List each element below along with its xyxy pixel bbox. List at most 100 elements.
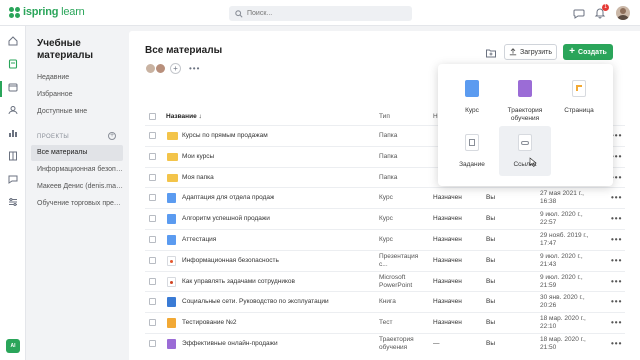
learning-track-icon: [518, 80, 532, 97]
row-checkbox[interactable]: [149, 236, 156, 243]
row-checkbox[interactable]: [149, 340, 156, 347]
course-icon: [167, 214, 176, 225]
calendar-icon[interactable]: [7, 81, 19, 93]
logo-icon: [9, 6, 20, 18]
row-checkbox[interactable]: [149, 194, 156, 202]
select-all-checkbox[interactable]: [149, 113, 156, 120]
row-name[interactable]: Адаптация для отдела продаж: [182, 194, 274, 202]
sidebar-item-all-materials[interactable]: Все материалы: [31, 145, 123, 161]
row-checkbox[interactable]: [149, 298, 156, 306]
row-more-icon[interactable]: •••: [611, 256, 622, 265]
search-input[interactable]: [247, 10, 397, 17]
table-row[interactable]: Тестирование №2 Тест Назначен Вы 18 мар. 202…: [145, 312, 625, 332]
mouse-cursor-icon: [529, 157, 537, 167]
row-checkbox[interactable]: [149, 152, 156, 160]
row-name[interactable]: Тестирование №2: [182, 319, 237, 327]
table-row[interactable]: Аттестация Курс Назначен Вы 29 нояб. 2019 г.…: [145, 229, 625, 249]
row-date: 27 мая 2021 г., 16:38: [540, 190, 584, 206]
row-name[interactable]: Моя папка: [182, 174, 214, 182]
row-assigned-by: Вы: [486, 256, 496, 264]
sidebar-link-recent[interactable]: Недавние: [37, 74, 69, 81]
row-more-icon[interactable]: •••: [611, 193, 622, 202]
row-checkbox[interactable]: [149, 319, 156, 327]
sidebar-link-shared[interactable]: Доступные мне: [37, 108, 87, 115]
upload-icon: [509, 48, 517, 56]
row-assigned-by: Вы: [486, 215, 496, 223]
row-name[interactable]: Аттестация: [182, 236, 216, 244]
table-row[interactable]: Эффективные онлайн-продажи Траектория обу…: [145, 333, 625, 353]
create-course-item[interactable]: Курс: [446, 72, 498, 122]
top-bar: ispring learn 1: [0, 0, 640, 26]
search-box[interactable]: [229, 6, 412, 21]
sidebar-item-project[interactable]: Обучение торговых пред...: [31, 196, 123, 212]
row-checkbox[interactable]: [149, 132, 156, 139]
row-checkbox[interactable]: [149, 256, 156, 264]
row-date: 29 нояб. 2019 г., 17:47: [540, 232, 589, 247]
add-owner-button[interactable]: +: [170, 63, 181, 74]
book-icon[interactable]: [7, 150, 19, 162]
users-icon[interactable]: [7, 104, 19, 116]
bell-icon[interactable]: 1: [594, 4, 609, 19]
sidebar-item-project[interactable]: Информационная безопасн...: [31, 162, 123, 178]
table-row[interactable]: Алгоритм успешной продажи Курс Назначен Вы 9…: [145, 208, 625, 228]
sidebar-item-project[interactable]: Макеев Денис (denis.mak...: [31, 179, 123, 195]
create-track-item[interactable]: Траектория обучения: [499, 72, 551, 122]
row-name[interactable]: Мои курсы: [182, 153, 214, 161]
upload-button[interactable]: Загрузить: [504, 44, 557, 60]
sidebar-link-favorites[interactable]: Избранное: [37, 91, 72, 98]
row-type: Книга: [379, 298, 396, 306]
row-more-icon[interactable]: •••: [611, 339, 622, 348]
column-name-header[interactable]: Название ↓: [166, 113, 202, 120]
row-type: Папка: [379, 132, 398, 139]
create-button[interactable]: + Создать: [563, 44, 613, 60]
search-icon: [235, 9, 243, 18]
chat-icon[interactable]: [573, 7, 585, 19]
messages-icon[interactable]: [7, 173, 19, 185]
row-name[interactable]: Информационная безопасность: [182, 257, 279, 265]
more-icon[interactable]: •••: [189, 64, 200, 73]
row-date: 18 мар. 2020 г., 21:50: [540, 336, 586, 351]
row-more-icon[interactable]: •••: [611, 318, 622, 327]
create-menu: Курс Траектория обучения Страница Задани…: [438, 64, 613, 186]
create-link-item[interactable]: Ссылка: [499, 126, 551, 176]
row-more-icon[interactable]: •••: [611, 297, 622, 306]
rail-user-avatar[interactable]: AI: [6, 339, 20, 353]
link-icon: [518, 134, 532, 151]
row-checkbox[interactable]: [149, 173, 156, 181]
table-row[interactable]: Как управлять задачами сотрудников Micros…: [145, 270, 625, 291]
row-name[interactable]: Социальные сети. Руководство по эксплуат…: [182, 298, 329, 306]
row-more-icon[interactable]: •••: [611, 277, 622, 286]
row-name[interactable]: Эффективные онлайн-продажи: [182, 340, 278, 348]
table-row[interactable]: Социальные сети. Руководство по эксплуат…: [145, 291, 625, 311]
settings-icon[interactable]: [7, 196, 19, 208]
create-assignment-item[interactable]: Задание: [446, 126, 498, 176]
logo[interactable]: ispring learn: [9, 6, 85, 18]
row-name[interactable]: Алгоритм успешной продажи: [182, 215, 270, 223]
column-type-header[interactable]: Тип: [379, 113, 390, 120]
row-date: 9 июл. 2020 г., 22:57: [540, 211, 583, 227]
row-date: 9 июл. 2020 г., 21:59: [540, 273, 583, 289]
table-row[interactable]: Адаптация для отдела продаж Курс Назначен В…: [145, 187, 625, 207]
new-folder-icon[interactable]: [485, 47, 497, 59]
materials-icon[interactable]: [7, 58, 19, 70]
assignment-icon: [465, 134, 479, 151]
row-checkbox[interactable]: [149, 215, 156, 223]
row-status: Назначен: [433, 256, 462, 264]
table-row[interactable]: Информационная безопасность Презентация с…: [145, 249, 625, 270]
owner-avatar[interactable]: [155, 63, 166, 74]
page-icon: [572, 80, 586, 97]
row-checkbox[interactable]: [149, 277, 156, 285]
row-type: Папка: [379, 173, 398, 181]
row-name[interactable]: Курсы по прямым продажам: [182, 132, 268, 140]
row-more-icon[interactable]: •••: [611, 235, 622, 244]
row-more-icon[interactable]: •••: [611, 214, 622, 223]
row-date: 18 мар. 2020 г., 22:10: [540, 315, 586, 331]
user-avatar[interactable]: [616, 6, 630, 20]
home-icon[interactable]: [7, 35, 19, 47]
logo-text: ispring learn: [23, 6, 85, 18]
create-page-item[interactable]: Страница: [553, 72, 605, 122]
test-icon: [167, 318, 176, 329]
reports-icon[interactable]: [7, 127, 19, 139]
add-project-icon[interactable]: +: [108, 132, 116, 140]
row-name[interactable]: Как управлять задачами сотрудников: [182, 278, 295, 286]
